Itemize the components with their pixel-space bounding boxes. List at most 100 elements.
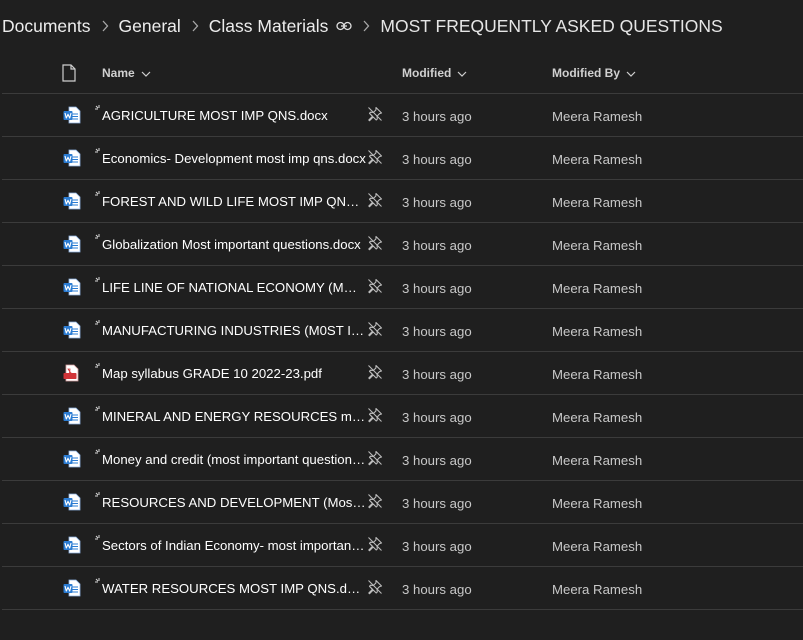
modified-by: Meera Ramesh: [552, 109, 643, 124]
modified-by: Meera Ramesh: [552, 152, 643, 167]
word-doc-icon: [63, 536, 81, 554]
file-name[interactable]: MINERAL AND ENERGY RESOURCES most imp qn…: [102, 409, 366, 424]
new-item-sparkle-icon: [95, 143, 103, 153]
file-row[interactable]: Map syllabus GRADE 10 2022-23.pdf 3 hour…: [2, 352, 803, 395]
modified-by: Meera Ramesh: [552, 281, 643, 296]
modified-by: Meera Ramesh: [552, 238, 643, 253]
file-name[interactable]: RESOURCES AND DEVELOPMENT (Most imp qns)…: [102, 495, 366, 510]
word-doc-icon: [63, 278, 81, 296]
pin-icon[interactable]: [367, 536, 383, 552]
file-row[interactable]: WATER RESOURCES MOST IMP QNS.docx 3 hour…: [2, 567, 803, 610]
file-row[interactable]: Economics- Development most imp qns.docx…: [2, 137, 803, 180]
modified-time: 3 hours ago: [402, 539, 472, 554]
modified-by: Meera Ramesh: [552, 324, 643, 339]
modified-time: 3 hours ago: [402, 238, 472, 253]
chevron-down-icon: [457, 66, 467, 80]
pin-icon[interactable]: [367, 235, 383, 251]
modified-by: Meera Ramesh: [552, 539, 643, 554]
new-item-sparkle-icon: [95, 229, 103, 239]
modified-time: 3 hours ago: [402, 367, 472, 382]
column-header-modified-by[interactable]: Modified By: [552, 66, 636, 80]
breadcrumb-general[interactable]: General: [119, 16, 181, 37]
word-doc-icon: [63, 493, 81, 511]
new-item-sparkle-icon: [95, 272, 103, 282]
modified-time: 3 hours ago: [402, 109, 472, 124]
word-doc-icon: [63, 450, 81, 468]
file-type-header-icon[interactable]: [61, 64, 77, 82]
modified-time: 3 hours ago: [402, 582, 472, 597]
new-item-sparkle-icon: [95, 573, 103, 583]
breadcrumb-class-materials[interactable]: Class Materials: [209, 16, 329, 37]
chevron-down-icon: [626, 66, 636, 80]
file-row[interactable]: Sectors of Indian Economy- most importan…: [2, 524, 803, 567]
file-row[interactable]: MINERAL AND ENERGY RESOURCES most imp qn…: [2, 395, 803, 438]
word-doc-icon: [63, 235, 81, 253]
file-row[interactable]: Money and credit (most important questio…: [2, 438, 803, 481]
word-doc-icon: [63, 149, 81, 167]
modified-time: 3 hours ago: [402, 453, 472, 468]
pin-icon[interactable]: [367, 407, 383, 423]
modified-by: Meera Ramesh: [552, 367, 643, 382]
pdf-doc-icon: [63, 364, 81, 382]
column-header: Name Modified Modified By: [2, 55, 803, 94]
file-name[interactable]: Globalization Most important questions.d…: [102, 237, 366, 252]
chevron-down-icon: [141, 66, 151, 80]
pin-icon[interactable]: [367, 579, 383, 595]
modified-by: Meera Ramesh: [552, 195, 643, 210]
file-row[interactable]: Globalization Most important questions.d…: [2, 223, 803, 266]
pin-icon[interactable]: [367, 493, 383, 509]
file-name[interactable]: Sectors of Indian Economy- most importan…: [102, 538, 366, 553]
new-item-sparkle-icon: [95, 186, 103, 196]
file-name[interactable]: FOREST AND WILD LIFE MOST IMP QNS.docx: [102, 194, 366, 209]
pin-icon[interactable]: [367, 149, 383, 165]
modified-by: Meera Ramesh: [552, 410, 643, 425]
file-row[interactable]: LIFE LINE OF NATIONAL ECONOMY (MOST IMP …: [2, 266, 803, 309]
breadcrumb: Documents General Class Materials MOST F…: [2, 13, 723, 39]
word-doc-icon: [63, 579, 81, 597]
file-row[interactable]: AGRICULTURE MOST IMP QNS.docx 3 hours ag…: [2, 94, 803, 137]
modified-time: 3 hours ago: [402, 410, 472, 425]
pin-icon[interactable]: [367, 278, 383, 294]
word-doc-icon: [63, 192, 81, 210]
file-name[interactable]: Money and credit (most important questio…: [102, 452, 366, 467]
breadcrumb-documents[interactable]: Documents: [2, 16, 91, 37]
modified-time: 3 hours ago: [402, 152, 472, 167]
file-row[interactable]: RESOURCES AND DEVELOPMENT (Most imp qns)…: [2, 481, 803, 524]
chevron-right-icon: [101, 20, 109, 32]
file-name[interactable]: AGRICULTURE MOST IMP QNS.docx: [102, 108, 366, 123]
modified-time: 3 hours ago: [402, 281, 472, 296]
pin-icon[interactable]: [367, 106, 383, 122]
column-header-name[interactable]: Name: [102, 66, 151, 80]
new-item-sparkle-icon: [95, 444, 103, 454]
file-row[interactable]: FOREST AND WILD LIFE MOST IMP QNS.docx 3…: [2, 180, 803, 223]
file-name[interactable]: Economics- Development most imp qns.docx: [102, 151, 366, 166]
link-icon[interactable]: [336, 21, 353, 31]
chevron-right-icon: [362, 20, 370, 32]
modified-by: Meera Ramesh: [552, 453, 643, 468]
modified-time: 3 hours ago: [402, 195, 472, 210]
word-doc-icon: [63, 106, 81, 124]
new-item-sparkle-icon: [95, 358, 103, 368]
file-name[interactable]: WATER RESOURCES MOST IMP QNS.docx: [102, 581, 366, 596]
new-item-sparkle-icon: [95, 530, 103, 540]
pin-icon[interactable]: [367, 450, 383, 466]
file-name[interactable]: Map syllabus GRADE 10 2022-23.pdf: [102, 366, 366, 381]
column-header-modified[interactable]: Modified: [402, 66, 467, 80]
file-name[interactable]: LIFE LINE OF NATIONAL ECONOMY (MOST IMP …: [102, 280, 366, 295]
word-doc-icon: [63, 407, 81, 425]
file-list: AGRICULTURE MOST IMP QNS.docx 3 hours ag…: [2, 94, 803, 610]
word-doc-icon: [63, 321, 81, 339]
chevron-right-icon: [191, 20, 199, 32]
new-item-sparkle-icon: [95, 315, 103, 325]
pin-icon[interactable]: [367, 192, 383, 208]
column-header-modified-label: Modified: [402, 66, 452, 80]
file-name[interactable]: MANUFACTURING INDUSTRIES (M0ST IMP QNS).…: [102, 323, 366, 338]
new-item-sparkle-icon: [95, 487, 103, 497]
file-row[interactable]: MANUFACTURING INDUSTRIES (M0ST IMP QNS).…: [2, 309, 803, 352]
column-header-name-label: Name: [102, 66, 135, 80]
new-item-sparkle-icon: [95, 100, 103, 110]
column-header-modified-by-label: Modified By: [552, 66, 620, 80]
pin-icon[interactable]: [367, 321, 383, 337]
modified-time: 3 hours ago: [402, 324, 472, 339]
pin-icon[interactable]: [367, 364, 383, 380]
